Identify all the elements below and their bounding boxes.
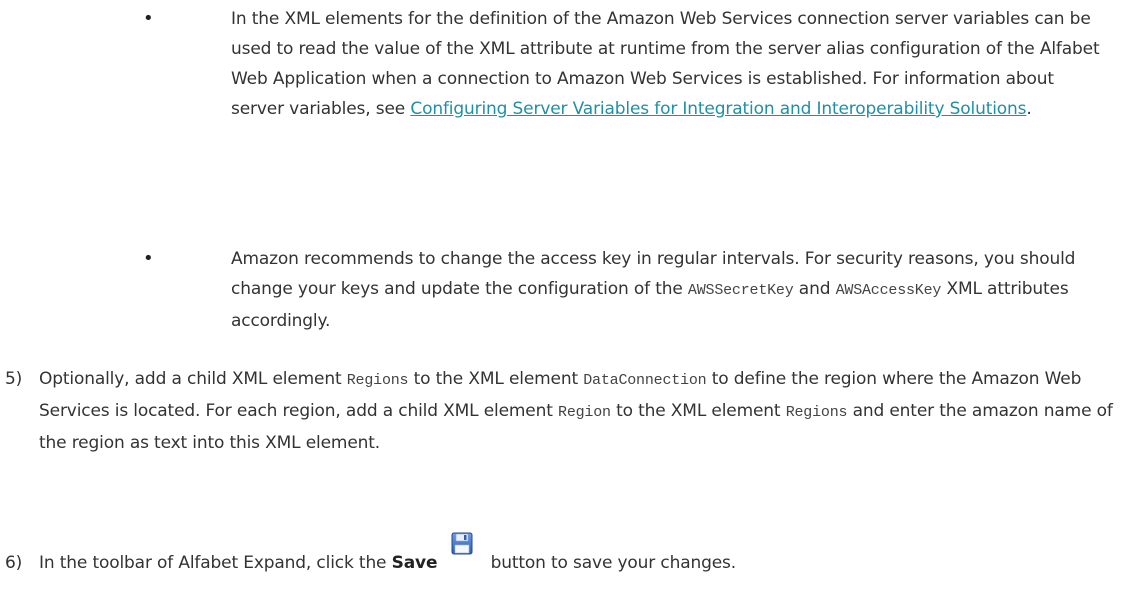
step-save: In the toolbar of Alfabet Expand, click … [39,532,1139,578]
code-regions: Regions [346,372,409,389]
bullet-marker: • [143,8,154,29]
code-regions: Regions [785,404,848,421]
step-text: Optionally, add a child XML element [39,369,347,389]
step-text: to the XML element [408,369,584,389]
note-access-key: Amazon recommends to change the access k… [231,244,1111,336]
document-page: • In the XML elements for the definition… [0,0,1147,592]
step-text: to the XML element [610,401,786,421]
save-floppy-icon [443,530,481,560]
code-aws-access-key: AWSAccessKey [835,282,942,299]
step-text: In the toolbar of Alfabet Expand, click … [39,553,392,573]
server-variables-link[interactable]: Configuring Server Variables for Integra… [410,99,1026,119]
save-label: Save [391,553,438,573]
code-region: Region [558,404,611,421]
step-text: button to save your changes. [485,553,737,573]
step-number: 6) [5,553,23,573]
step-number: 5) [5,369,23,389]
code-aws-secret-key: AWSSecretKey [687,282,794,299]
bullet-marker: • [143,248,154,269]
code-data-connection: DataConnection [583,372,707,389]
note-text-and: and [793,279,836,299]
note-server-variables: In the XML elements for the definition o… [231,4,1111,124]
note-text-end: . [1026,99,1032,119]
step-add-regions: Optionally, add a child XML element Regi… [39,364,1139,458]
